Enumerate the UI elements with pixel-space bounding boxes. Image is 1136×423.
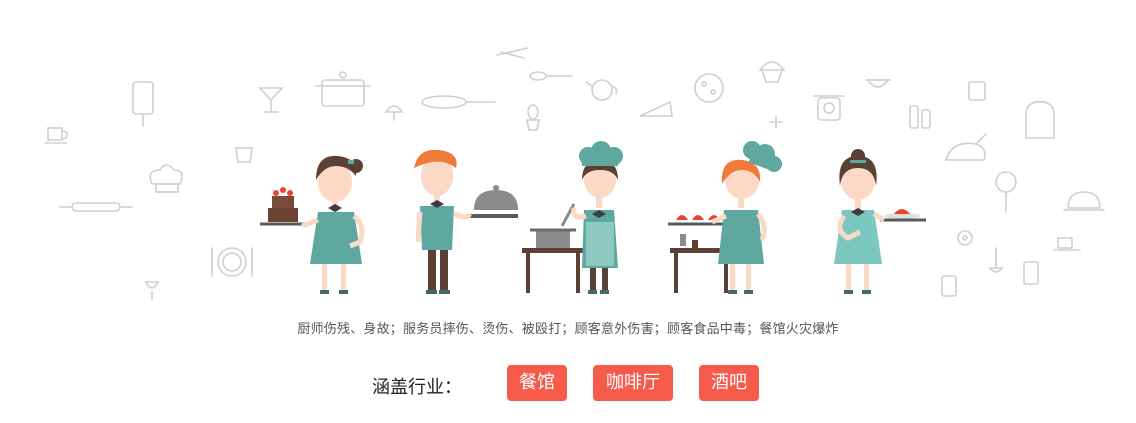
tag-cafe[interactable]: 咖啡厅: [593, 365, 673, 401]
cupcake-icon: [758, 61, 786, 83]
plate-icon: [211, 247, 253, 277]
chef-cooking-at-table: [522, 141, 623, 294]
waiter-with-cloche: [414, 149, 518, 294]
teapot-icon: [585, 79, 618, 101]
bottles-icon: [909, 105, 931, 129]
cloche-icon: [1063, 191, 1105, 211]
bowl-icon: [865, 79, 891, 88]
pot-icon: [315, 71, 371, 107]
knives-icon: [496, 47, 529, 59]
chicken-icon: [944, 133, 987, 161]
frying-pan-icon: [421, 95, 496, 109]
jar-icon: [968, 81, 986, 101]
cutting-board-icon: [132, 81, 154, 127]
coverage-description: 厨师伤残、身故；服务员摔伤、烫伤、被殴打；顾客意外伤害；顾客食品中毒；餐馆火灾爆…: [297, 322, 839, 337]
donut-icon: [957, 230, 973, 246]
mushroom-icon: [384, 105, 404, 121]
industry-label: 涵盖行业：: [372, 377, 462, 398]
background-icons: [44, 47, 1105, 300]
chef-with-dishes: [668, 141, 782, 294]
cocktail-icon: [258, 87, 284, 113]
scale-icon: [813, 95, 845, 121]
tag-restaurant[interactable]: 餐馆: [507, 365, 567, 401]
chef-hat-icon: [149, 164, 183, 193]
small-jar-icon: [941, 275, 957, 297]
tag-bar[interactable]: 酒吧: [699, 365, 759, 401]
cup-saucer-icon: [1053, 237, 1081, 251]
wine-glass-icon: [144, 281, 160, 300]
grinder-icon: [1023, 261, 1039, 285]
ladle-icon: [988, 247, 1004, 273]
pizza-icon: [694, 73, 724, 103]
cake-slice-icon: [639, 100, 673, 117]
waitress-with-plate: [834, 149, 926, 294]
industry-section: 涵盖行业： 餐馆 咖啡厅 酒吧: [0, 365, 1136, 405]
magnifier-icon: [995, 171, 1017, 213]
kettle-icon: [1025, 101, 1055, 139]
egg-icon: [526, 104, 540, 131]
coffee-cup-icon: [44, 127, 68, 144]
waitress-with-cake: [260, 155, 365, 294]
sparkle-icon: [769, 115, 783, 129]
rolling-pin-icon: [59, 202, 133, 212]
whisk-icon: [529, 71, 573, 81]
restaurant-staff-illustration: [44, 47, 1105, 300]
measuring-cup-icon: [235, 147, 253, 163]
